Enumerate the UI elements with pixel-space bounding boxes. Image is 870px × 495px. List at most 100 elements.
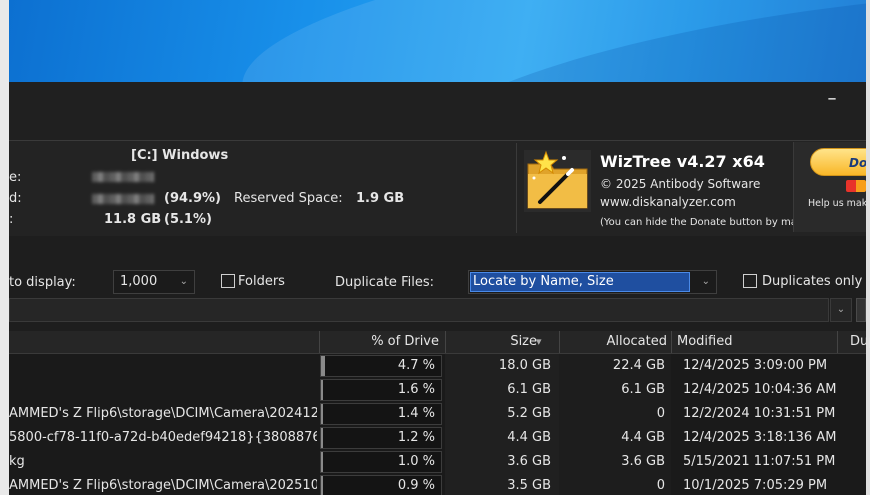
- row-modified: 12/4/2025 10:04:36 AM: [683, 382, 837, 397]
- free-space-value: 11.8 GB: [104, 212, 162, 227]
- folders-checkbox[interactable]: [221, 274, 235, 288]
- row-name: kg: [9, 454, 25, 469]
- right-edge: [866, 0, 870, 495]
- table-row[interactable]: 1.6 % 6.1 GB 6.1 GB 12/4/2025 10:04:36 AM: [9, 378, 866, 402]
- row-modified: 12/2/2024 10:31:51 PM: [683, 406, 836, 421]
- toolbar-band: [9, 236, 866, 262]
- column-separator: [671, 331, 672, 353]
- percent-fill: [321, 452, 323, 472]
- reserved-space-label: Reserved Space:: [234, 191, 343, 206]
- row-percent: 1.6 %: [397, 382, 435, 397]
- row-percent: 1.2 %: [397, 430, 435, 445]
- row-allocated: 0: [559, 402, 671, 426]
- table-row[interactable]: AMMED's Z Flip6\storage\DCIM\Camera\2025…: [9, 474, 866, 495]
- column-header-duplicates[interactable]: Dup: [850, 331, 870, 353]
- row-name: [9, 378, 317, 402]
- row-size: 4.4 GB: [445, 426, 559, 450]
- column-header-modified[interactable]: Modified: [677, 331, 837, 353]
- left-edge: [0, 0, 9, 495]
- row-allocated: 0: [559, 474, 671, 495]
- duplicate-files-select[interactable]: Locate by Name, Size ⌄: [468, 270, 717, 294]
- to-display-label: to display:: [9, 275, 76, 290]
- row-size: 3.5 GB: [445, 474, 559, 495]
- donate-panel: Don Help us make: [793, 142, 867, 232]
- row-size: 18.0 GB: [445, 354, 559, 378]
- row-name: AMMED's Z Flip6\storage\DCIM\Camera\2025…: [9, 478, 317, 493]
- row-allocated: 6.1 GB: [559, 378, 671, 402]
- reserved-space-value: 1.9 GB: [356, 191, 405, 206]
- row-size: 6.1 GB: [445, 378, 559, 402]
- copyright-text: © 2025 Antibody Software: [600, 177, 761, 191]
- table-row[interactable]: AMMED's Z Flip6\storage\DCIM\Camera\2024…: [9, 402, 866, 426]
- row-percent-bar: 4.7 %: [320, 355, 442, 377]
- percent-fill: [321, 356, 325, 376]
- donate-button[interactable]: Don: [810, 148, 867, 176]
- chevron-down-icon: ⌄: [836, 304, 846, 315]
- row-modified: 10/1/2025 7:05:29 PM: [683, 478, 828, 493]
- row-allocated: 3.6 GB: [559, 450, 671, 474]
- column-header-size-label: Size: [510, 334, 537, 349]
- chevron-down-icon: ⌄: [179, 276, 188, 287]
- donate-help-text: Help us make: [808, 198, 867, 209]
- info-divider: [516, 143, 517, 233]
- row-modified: 5/15/2021 11:07:51 PM: [683, 454, 836, 469]
- drive-row-label-used: d:: [9, 191, 22, 206]
- percent-fill: [321, 428, 323, 448]
- row-name: AMMED's Z Flip6\storage\DCIM\Camera\2024…: [9, 406, 317, 421]
- row-size: 5.2 GB: [445, 402, 559, 426]
- website-link[interactable]: www.diskanalyzer.com: [600, 195, 736, 209]
- row-size: 3.6 GB: [445, 450, 559, 474]
- app-name: WizTree v4.27 x64: [600, 152, 765, 171]
- drive-name: [C:] Windows: [131, 148, 229, 163]
- free-percent: (5.1%): [164, 212, 212, 227]
- row-name: 5800-cf78-11f0-a72d-b40edef94218}{380887…: [9, 430, 317, 445]
- to-display-value: 1,000: [120, 274, 158, 289]
- row-percent: 1.4 %: [397, 406, 435, 421]
- filter-action-button[interactable]: [856, 298, 866, 322]
- row-percent: 0.9 %: [397, 478, 435, 493]
- redacted-used-value: [92, 194, 154, 204]
- chevron-down-icon: ⌄: [701, 276, 710, 287]
- filter-input[interactable]: [9, 298, 829, 322]
- row-percent-bar: 1.4 %: [320, 403, 442, 425]
- row-percent-bar: 1.0 %: [320, 451, 442, 473]
- row-modified: 12/4/2025 3:18:136 AM: [683, 430, 837, 445]
- window-titlebar: [9, 82, 866, 140]
- row-percent-bar: 1.2 %: [320, 427, 442, 449]
- row-percent-bar: 1.6 %: [320, 379, 442, 401]
- row-allocated: 4.4 GB: [559, 426, 671, 450]
- percent-fill: [321, 476, 323, 495]
- column-header-allocated[interactable]: Allocated: [559, 331, 671, 353]
- row-name: [9, 354, 317, 378]
- duplicates-only-label: Duplicates only: [762, 274, 863, 289]
- drive-row-label-free: :: [9, 212, 14, 227]
- duplicates-only-checkbox[interactable]: [743, 274, 757, 288]
- table-row[interactable]: kg 1.0 % 3.6 GB 3.6 GB 5/15/2021 11:07:51 PM: [9, 450, 866, 474]
- row-percent-bar: 0.9 %: [320, 475, 442, 495]
- row-modified: 12/4/2025 3:09:00 PM: [683, 358, 828, 373]
- row-allocated: 22.4 GB: [559, 354, 671, 378]
- used-percent: (94.9%): [164, 191, 221, 206]
- drive-row-label-total: e:: [9, 170, 22, 185]
- percent-fill: [321, 404, 323, 424]
- folders-label: Folders: [238, 274, 285, 289]
- column-separator: [837, 331, 838, 353]
- duplicate-files-label: Duplicate Files:: [335, 275, 434, 290]
- minimize-button[interactable]: –: [820, 88, 844, 110]
- column-header-percent[interactable]: % of Drive: [319, 331, 445, 353]
- table-row[interactable]: 4.7 % 18.0 GB 22.4 GB 12/4/2025 3:09:00 PM: [9, 354, 866, 378]
- file-table: 4.7 % 18.0 GB 22.4 GB 12/4/2025 3:09:00 PM 1…: [9, 354, 866, 495]
- to-display-select[interactable]: 1,000 ⌄: [113, 270, 195, 294]
- credit-cards-icon: [846, 180, 866, 192]
- table-row[interactable]: 5800-cf78-11f0-a72d-b40edef94218}{380887…: [9, 426, 866, 450]
- desktop-wallpaper: [0, 0, 870, 82]
- percent-fill: [321, 380, 323, 400]
- wiztree-logo-icon: [524, 150, 591, 212]
- row-percent: 1.0 %: [397, 454, 435, 469]
- redacted-total-value: [92, 172, 154, 182]
- row-percent: 4.7 %: [397, 358, 435, 373]
- duplicate-files-value: Locate by Name, Size: [470, 272, 690, 292]
- filter-dropdown-button[interactable]: ⌄: [830, 298, 852, 322]
- table-header: % of Drive Size ▾ Allocated Modified Dup: [9, 331, 870, 354]
- sort-descending-icon: ▾: [536, 335, 542, 348]
